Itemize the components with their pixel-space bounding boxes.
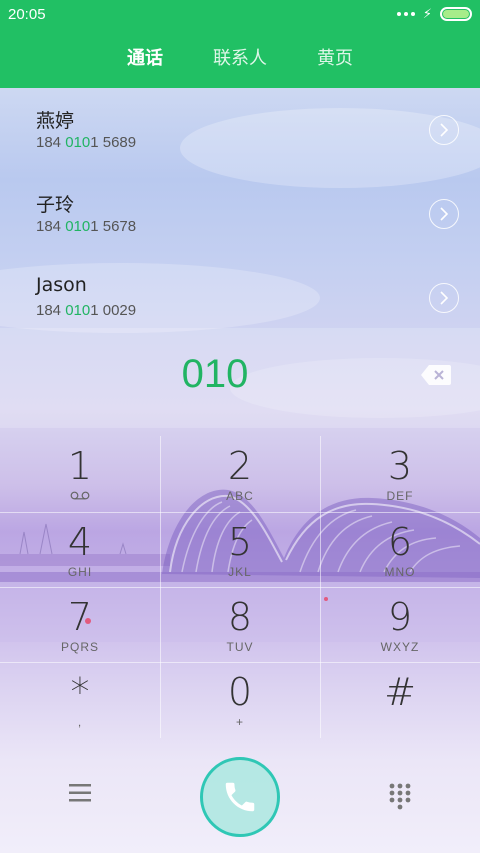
key-9[interactable]: 9 WXYZ — [320, 587, 480, 663]
contact-detail-button[interactable] — [429, 115, 459, 145]
key-6[interactable]: 6 MNO — [320, 512, 480, 588]
contact-name: 子玲 — [36, 194, 75, 216]
voicemail-icon — [70, 491, 90, 500]
chevron-right-icon — [440, 207, 449, 221]
backspace-icon — [421, 365, 451, 385]
number-match: 010 — [65, 134, 91, 151]
status-bar: 20:05 ⚡ — [0, 0, 480, 28]
key-7[interactable]: 7 PQRS — [0, 587, 160, 663]
key-digit: 3 — [387, 444, 413, 488]
more-dots-icon — [396, 12, 415, 16]
number-match: 010 — [65, 302, 91, 319]
tab-bar: 通话 联系人 黄页 — [0, 40, 480, 74]
key-digit: * — [70, 670, 90, 714]
key-digit: # — [384, 670, 416, 714]
backspace-button[interactable] — [420, 364, 452, 386]
contact-name: 燕婷 — [36, 110, 75, 132]
key-2[interactable]: 2 ABC — [160, 436, 320, 512]
key-0[interactable]: 0 + — [160, 662, 320, 738]
contact-number: 184 0101 0029 — [36, 302, 136, 319]
battery-icon — [440, 7, 472, 21]
key-digit: 0 — [227, 670, 253, 714]
key-sub: TUV — [226, 640, 254, 654]
number-prefix: 184 — [36, 134, 66, 151]
key-4[interactable]: 4 GHI — [0, 512, 160, 588]
dial-keypad: 1 2 ABC 3 DEF 4 GHI 5 JKL 6 MNO 7 PQRS 8… — [0, 436, 480, 738]
key-star[interactable]: * , — [0, 662, 160, 738]
dial-input-area: 010 — [0, 328, 480, 428]
number-prefix: 184 — [36, 218, 66, 235]
contact-row[interactable]: 燕婷 184 0101 5689 — [0, 88, 480, 172]
key-digit: 7 — [67, 595, 93, 639]
number-suffix: 1 5678 — [90, 218, 137, 235]
number-suffix: 1 5689 — [90, 134, 137, 151]
tab-calls[interactable]: 通话 — [127, 40, 163, 74]
key-1[interactable]: 1 — [0, 436, 160, 512]
key-sub — [0, 489, 160, 503]
app-header: 20:05 ⚡ 通话 联系人 黄页 — [0, 0, 480, 88]
key-digit: 4 — [67, 520, 93, 564]
menu-button[interactable] — [68, 782, 92, 804]
status-time: 20:05 — [8, 5, 46, 23]
key-digit: 6 — [387, 520, 413, 564]
key-hash[interactable]: # — [320, 662, 480, 738]
contact-number: 184 0101 5678 — [36, 218, 136, 235]
contact-row[interactable]: 子玲 184 0101 5678 — [0, 172, 480, 256]
key-8[interactable]: 8 TUV — [160, 587, 320, 663]
phone-icon — [225, 782, 255, 812]
key-3[interactable]: 3 DEF — [320, 436, 480, 512]
key-sub: , — [77, 715, 83, 729]
key-sub: ABC — [226, 489, 254, 503]
dialpad-toggle-button[interactable] — [388, 782, 412, 810]
call-button[interactable] — [200, 757, 280, 837]
contact-detail-button[interactable] — [429, 199, 459, 229]
contact-number: 184 0101 5689 — [36, 134, 136, 151]
key-digit: 5 — [227, 520, 253, 564]
key-5[interactable]: 5 JKL — [160, 512, 320, 588]
tab-yellow-pages[interactable]: 黄页 — [317, 40, 353, 74]
key-sub: + — [235, 715, 244, 729]
key-digit: 2 — [227, 444, 253, 488]
dialpad-icon — [389, 783, 411, 810]
key-sub: MNO — [384, 565, 416, 579]
number-prefix: 184 — [36, 302, 66, 319]
chevron-right-icon — [440, 291, 449, 305]
key-sub: JKL — [228, 565, 252, 579]
key-sub: DEF — [386, 489, 414, 503]
key-sub: WXYZ — [380, 640, 420, 654]
key-digit: 8 — [227, 595, 253, 639]
contact-match-list: 燕婷 184 0101 5689 子玲 184 0101 5678 Jason … — [0, 88, 480, 328]
battery-fill — [443, 10, 469, 18]
tab-contacts[interactable]: 联系人 — [213, 40, 267, 74]
status-icons: ⚡ — [396, 6, 472, 22]
charging-icon: ⚡ — [422, 6, 432, 22]
number-match: 010 — [65, 218, 91, 235]
key-sub: GHI — [67, 565, 93, 579]
key-digit: 9 — [387, 595, 413, 639]
contact-name: Jason — [36, 274, 87, 296]
dialed-number[interactable]: 010 — [0, 352, 430, 397]
number-suffix: 1 0029 — [90, 302, 137, 319]
chevron-right-icon — [440, 123, 449, 137]
key-sub: PQRS — [60, 640, 99, 654]
contact-detail-button[interactable] — [429, 283, 459, 313]
key-digit: 1 — [67, 444, 93, 488]
menu-icon — [69, 784, 91, 802]
